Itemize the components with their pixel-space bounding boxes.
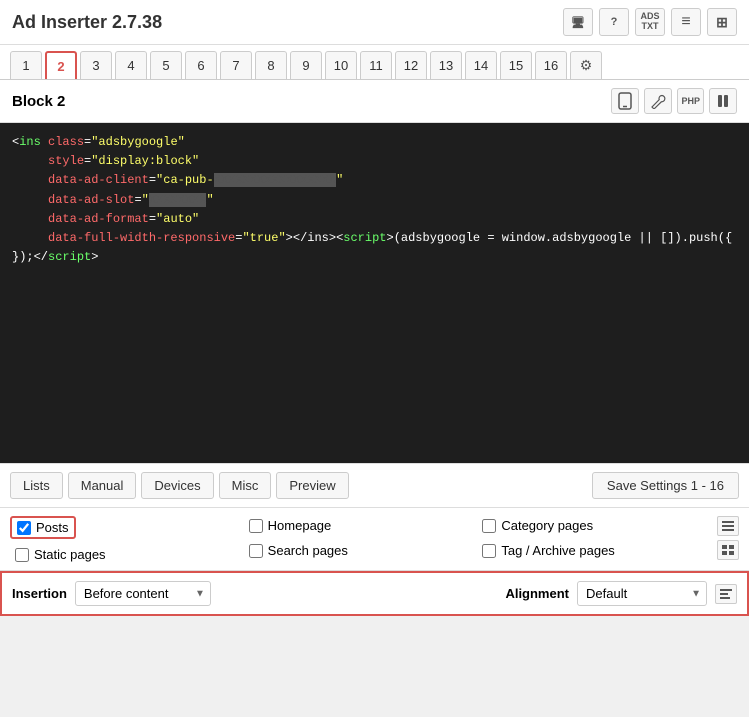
- alignment-select-wrapper: Default Left Center Right: [577, 581, 707, 606]
- alignment-select[interactable]: Default Left Center Right: [577, 581, 707, 606]
- search-pages-checkbox[interactable]: [249, 544, 263, 558]
- tab-8[interactable]: 8: [255, 51, 287, 79]
- block-header-icons: PHP: [611, 88, 737, 114]
- tab-11[interactable]: 11: [360, 51, 392, 79]
- tab-7[interactable]: 7: [220, 51, 252, 79]
- static-pages-checkbox[interactable]: [15, 548, 29, 562]
- tabs-bar: 1 2 3 4 5 6 7 8 9 10 11 12 13 14 15 16 ⚙: [0, 45, 749, 80]
- tab-3[interactable]: 3: [80, 51, 112, 79]
- alignment-icon-btn[interactable]: [715, 584, 737, 604]
- static-pages-checkbox-group: Static pages: [10, 545, 244, 564]
- manual-button[interactable]: Manual: [68, 472, 137, 499]
- pause-icon[interactable]: [709, 88, 737, 114]
- tab-16[interactable]: 16: [535, 51, 567, 79]
- monitor-icon[interactable]: 🖥: [563, 8, 593, 36]
- tag-archive-checkbox-group: Tag / Archive pages: [477, 541, 711, 560]
- insertion-footer: Insertion Before content After content B…: [0, 571, 749, 616]
- insertion-select-wrapper: Before content After content Before para…: [75, 581, 211, 606]
- tab-13[interactable]: 13: [430, 51, 462, 79]
- search-pages-label: Search pages: [268, 543, 348, 558]
- header-icon-group: 🖥 ? ADSTXT ≡ ⊞: [563, 8, 737, 36]
- menu-icon[interactable]: ≡: [671, 8, 701, 36]
- settings-gear-icon[interactable]: ⚙: [570, 51, 602, 79]
- homepage-label: Homepage: [268, 518, 332, 533]
- posts-checkbox[interactable]: [17, 521, 31, 535]
- help-icon[interactable]: ?: [599, 8, 629, 36]
- options-section: Posts Static pages Homepage Search pages…: [0, 508, 749, 571]
- insertion-select[interactable]: Before content After content Before para…: [75, 581, 211, 606]
- homepage-checkbox[interactable]: [249, 519, 263, 533]
- static-pages-label: Static pages: [34, 547, 106, 562]
- tab-14[interactable]: 14: [465, 51, 497, 79]
- lists-button[interactable]: Lists: [10, 472, 63, 499]
- alignment-label: Alignment: [505, 586, 569, 601]
- tab-1[interactable]: 1: [10, 51, 42, 79]
- wrench-icon[interactable]: [644, 88, 672, 114]
- ads-txt-icon[interactable]: ADSTXT: [635, 8, 665, 36]
- search-pages-checkbox-group: Search pages: [244, 541, 478, 560]
- toolbar-left: Lists Manual Devices Misc Preview: [10, 472, 349, 499]
- save-settings-button[interactable]: Save Settings 1 - 16: [592, 472, 739, 499]
- preview-button[interactable]: Preview: [276, 472, 348, 499]
- tab-5[interactable]: 5: [150, 51, 182, 79]
- insertion-left: Insertion Before content After content B…: [12, 581, 211, 606]
- grid-small-icon[interactable]: [717, 540, 739, 560]
- mobile-preview-icon[interactable]: [611, 88, 639, 114]
- category-pages-checkbox[interactable]: [482, 519, 496, 533]
- devices-button[interactable]: Devices: [141, 472, 213, 499]
- grid-icon[interactable]: ⊞: [707, 8, 737, 36]
- block-title: Block 2: [12, 93, 65, 110]
- misc-button[interactable]: Misc: [219, 472, 272, 499]
- block-header: Block 2 PHP: [0, 80, 749, 123]
- code-editor[interactable]: <ins class="adsbygoogle" style="display:…: [0, 123, 749, 463]
- app-header: Ad Inserter 2.7.38 🖥 ? ADSTXT ≡ ⊞: [0, 0, 749, 45]
- insertion-label: Insertion: [12, 586, 67, 601]
- posts-checkbox-group: Posts: [10, 516, 76, 539]
- tab-2[interactable]: 2: [45, 51, 77, 79]
- list-view-icon[interactable]: [717, 516, 739, 536]
- tab-10[interactable]: 10: [325, 51, 357, 79]
- tab-12[interactable]: 12: [395, 51, 427, 79]
- tab-15[interactable]: 15: [500, 51, 532, 79]
- posts-label: Posts: [36, 520, 69, 535]
- php-icon[interactable]: PHP: [677, 88, 704, 114]
- alignment-right: Alignment Default Left Center Right: [505, 581, 737, 606]
- tag-archive-label: Tag / Archive pages: [501, 543, 614, 558]
- side-icon-group: [717, 516, 739, 560]
- category-pages-checkbox-group: Category pages: [477, 516, 711, 535]
- app-title: Ad Inserter 2.7.38: [12, 12, 162, 33]
- tab-6[interactable]: 6: [185, 51, 217, 79]
- tab-4[interactable]: 4: [115, 51, 147, 79]
- tab-9[interactable]: 9: [290, 51, 322, 79]
- category-pages-label: Category pages: [501, 518, 593, 533]
- homepage-checkbox-group: Homepage: [244, 516, 478, 535]
- toolbar: Lists Manual Devices Misc Preview Save S…: [0, 463, 749, 508]
- tag-archive-checkbox[interactable]: [482, 544, 496, 558]
